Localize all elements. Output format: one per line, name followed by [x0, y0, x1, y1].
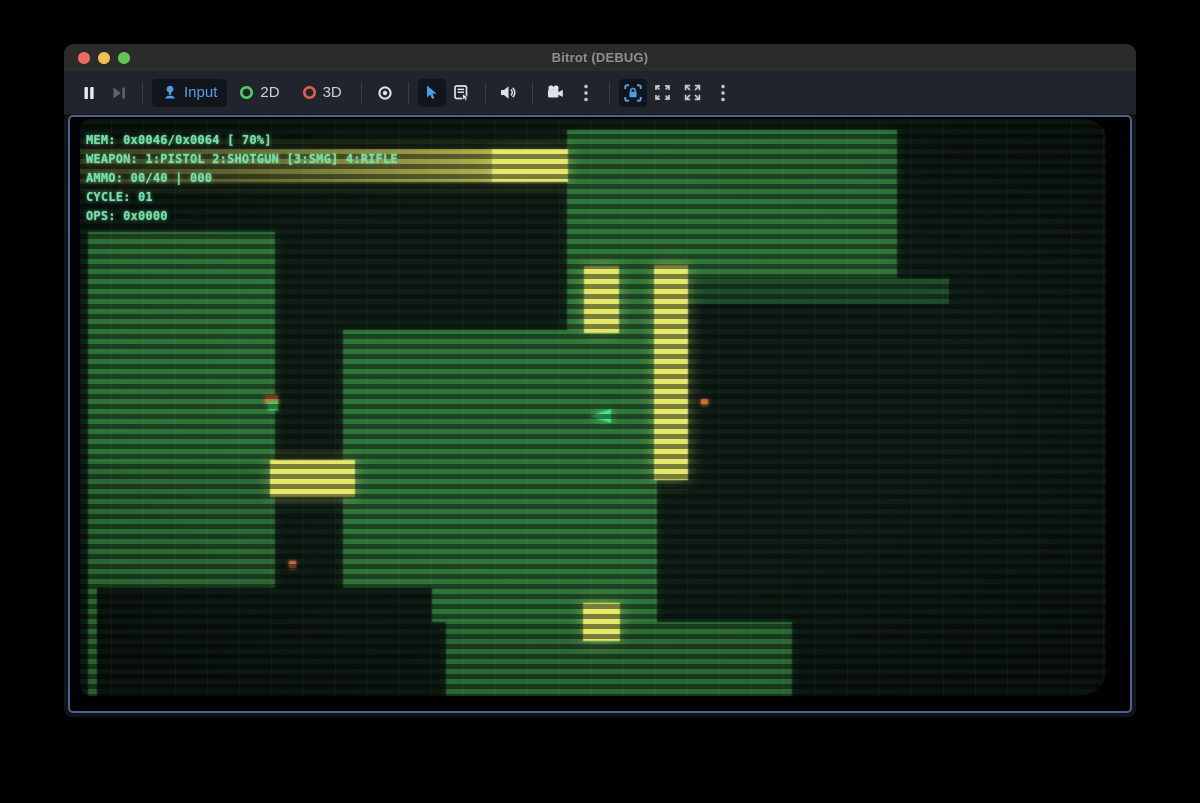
movie-camera-icon [547, 85, 564, 100]
circle-3d-icon [302, 85, 317, 100]
kebab-menu-icon [583, 84, 589, 102]
embed-expand-button[interactable] [649, 79, 677, 107]
close-window-button[interactable] [78, 52, 90, 64]
window-menu-button[interactable] [709, 79, 737, 107]
camera-override-button[interactable] [371, 79, 399, 107]
traffic-lights [78, 44, 130, 71]
crt-scene: MEM: 0x0046/0x0064 [ 70%]WEAPON: 1:PISTO… [80, 119, 1106, 696]
input-mode-label: Input [184, 84, 217, 101]
titlebar: Bitrot (DEBUG) [64, 44, 1136, 71]
pause-icon [82, 86, 96, 100]
view-menu-button[interactable] [572, 79, 600, 107]
2d-mode-button[interactable]: 2D [229, 79, 289, 107]
toolbar-separator [361, 82, 362, 104]
fullscreen-expand-button[interactable] [679, 79, 707, 107]
fullscreen-expand-icon [684, 84, 701, 101]
select-mode-button[interactable] [418, 79, 446, 107]
movie-camera-button[interactable] [542, 79, 570, 107]
3d-mode-button[interactable]: 3D [292, 79, 352, 107]
hud-line-0: MEM: 0x0046/0x0064 [ 70%] [86, 131, 398, 150]
toolbar-separator [408, 82, 409, 104]
debug-hud: MEM: 0x0046/0x0064 [ 70%]WEAPON: 1:PISTO… [86, 131, 398, 226]
scene-block-yellow [654, 265, 688, 480]
scene-block-green [567, 130, 897, 278]
toolbar-separator [532, 82, 533, 104]
scene-block-yellow [492, 149, 568, 182]
game-viewport[interactable]: MEM: 0x0046/0x0064 [ 70%]WEAPON: 1:PISTO… [68, 115, 1132, 713]
player-ship [590, 409, 611, 423]
joystick-icon [162, 85, 178, 100]
select-list-button[interactable] [448, 79, 476, 107]
input-mode-button[interactable]: Input [152, 79, 227, 107]
circle-2d-icon [239, 85, 254, 100]
toolbar-separator [485, 82, 486, 104]
toolbar-separator [142, 82, 143, 104]
hud-line-2: AMMO: 00/40 | 000 [86, 169, 398, 188]
camera-override-icon [377, 85, 393, 101]
scene-block-yellow [270, 460, 355, 497]
hud-line-1: WEAPON: 1:PISTOL 2:SHOTGUN [3:SMG] 4:RIF… [86, 150, 398, 169]
2d-mode-label: 2D [260, 84, 279, 101]
scene-block-yellow [583, 603, 620, 641]
kebab-menu-icon [720, 84, 726, 102]
minimize-window-button[interactable] [98, 52, 110, 64]
camera-lock-button[interactable] [619, 79, 647, 107]
select-cursor-icon [425, 85, 439, 100]
hud-line-4: OPS: 0x0000 [86, 207, 398, 226]
enemy-orange-entity [701, 399, 708, 406]
next-frame-button[interactable] [105, 79, 133, 107]
select-list-icon [454, 85, 470, 101]
hud-line-3: CYCLE: 01 [86, 188, 398, 207]
scene-block-green_dim [657, 278, 949, 304]
zoom-window-button[interactable] [118, 52, 130, 64]
enemy-orange-entity [289, 561, 296, 568]
scene-block-green [88, 232, 275, 464]
embed-expand-icon [654, 84, 671, 101]
camera-lock-icon [624, 84, 642, 102]
scene-block-dark [97, 588, 432, 696]
viewport-black-frame: MEM: 0x0046/0x0064 [ 70%]WEAPON: 1:PISTO… [70, 117, 1130, 711]
audio-mute-icon [500, 85, 517, 100]
enemy-green-entity [268, 402, 278, 410]
toolbar-separator [609, 82, 610, 104]
3d-mode-label: 3D [323, 84, 342, 101]
next-frame-icon [112, 86, 126, 100]
scene-block-yellow [584, 266, 619, 333]
debug-toolbar: Input 2D 3D [64, 71, 1136, 115]
audio-mute-button[interactable] [495, 79, 523, 107]
pause-button[interactable] [75, 79, 103, 107]
app-window: Bitrot (DEBUG) Input [64, 44, 1136, 717]
window-title: Bitrot (DEBUG) [552, 50, 649, 65]
scene-block-green [343, 330, 657, 622]
